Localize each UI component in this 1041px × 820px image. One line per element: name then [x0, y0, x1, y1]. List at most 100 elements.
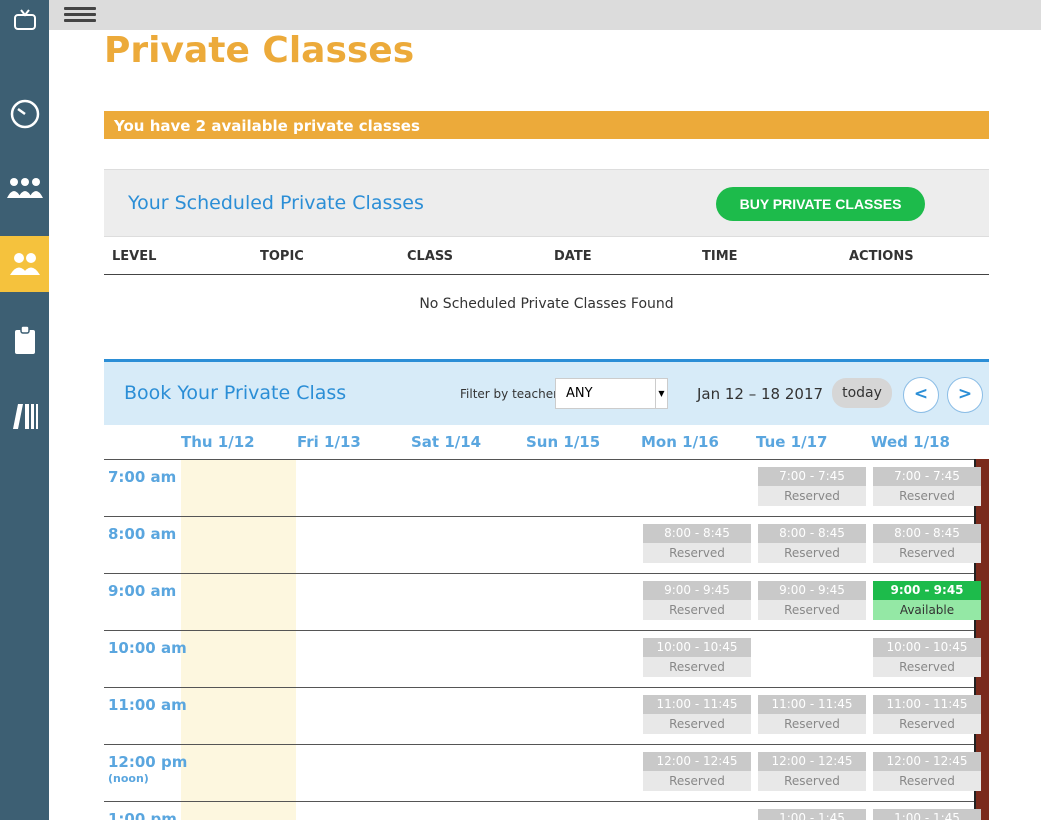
clipboard-icon	[14, 325, 35, 354]
slot-status: Available	[873, 600, 981, 620]
sidebar-item-library[interactable]	[0, 388, 49, 444]
teacher-filter-value: ANY	[566, 386, 593, 401]
slot-time: 9:00 - 9:45	[643, 581, 751, 600]
slot-time: 12:00 - 12:45	[643, 752, 751, 771]
slot-time: 12:00 - 12:45	[873, 752, 981, 771]
slot-time: 12:00 - 12:45	[758, 752, 866, 771]
slot-time: 8:00 - 8:45	[643, 524, 751, 543]
slot-status: Reserved	[758, 543, 866, 563]
prev-week-button[interactable]: <	[903, 377, 939, 413]
day-header-fri: Fri 1/13	[297, 433, 361, 451]
hour-label: 9:00 am	[108, 582, 177, 600]
hour-sublabel: (noon)	[108, 772, 149, 785]
sidebar-item-private-classes[interactable]	[0, 236, 49, 292]
slot-status: Reserved	[873, 543, 981, 563]
reserved-slot[interactable]: 12:00 - 12:45 Reserved	[643, 752, 751, 791]
scheduled-table-header: LEVEL TOPIC CLASS DATE TIME ACTIONS	[104, 238, 989, 275]
day-header-sun: Sun 1/15	[526, 433, 601, 451]
slot-time: 11:00 - 11:45	[758, 695, 866, 714]
hour-label: 10:00 am	[108, 639, 187, 657]
column-header-actions: ACTIONS	[849, 249, 914, 264]
hour-label: 11:00 am	[108, 696, 187, 714]
slot-status: Reserved	[873, 486, 981, 506]
group-icon	[6, 178, 43, 198]
column-header-time: TIME	[702, 249, 738, 264]
sidebar	[0, 0, 49, 820]
day-header-thu: Thu 1/12	[181, 433, 255, 451]
hour-label: 7:00 am	[108, 468, 177, 486]
empty-state-text: No Scheduled Private Classes Found	[419, 296, 674, 312]
reserved-slot[interactable]: 8:00 - 8:45 Reserved	[873, 524, 981, 563]
tv-icon	[13, 9, 36, 30]
slot-status: Reserved	[758, 600, 866, 620]
reserved-slot[interactable]: 7:00 - 7:45 Reserved	[758, 467, 866, 506]
sidebar-item-group-classes[interactable]	[0, 160, 49, 216]
reserved-slot[interactable]: 9:00 - 9:45 Reserved	[758, 581, 866, 620]
pair-icon	[9, 253, 40, 275]
scheduled-classes-title: Your Scheduled Private Classes	[128, 192, 424, 214]
reserved-slot[interactable]: 1:00 - 1:45Reserved	[873, 809, 981, 820]
slot-time: 1:00 - 1:45	[758, 809, 866, 820]
day-header-wed: Wed 1/18	[871, 433, 950, 451]
column-header-class: CLASS	[407, 249, 454, 264]
reserved-slot[interactable]: 10:00 - 10:45 Reserved	[643, 638, 751, 677]
slot-time: 8:00 - 8:45	[758, 524, 866, 543]
slot-status: Reserved	[643, 657, 751, 677]
day-header-mon: Mon 1/16	[641, 433, 719, 451]
hour-label: 12:00 pm	[108, 753, 188, 771]
reserved-slot[interactable]: 9:00 - 9:45 Reserved	[643, 581, 751, 620]
reserved-slot[interactable]: 11:00 - 11:45 Reserved	[758, 695, 866, 734]
scheduled-classes-header: Your Scheduled Private Classes BUY PRIVA…	[104, 169, 989, 237]
next-week-button[interactable]: >	[947, 377, 983, 413]
teacher-filter-select[interactable]: ANY ▼	[555, 378, 668, 409]
page-title: Private Classes	[104, 30, 415, 71]
slot-status: Reserved	[643, 714, 751, 734]
chevron-down-icon: ▼	[655, 379, 667, 408]
date-range: Jan 12 – 18 2017	[697, 385, 824, 403]
slot-status: Reserved	[758, 714, 866, 734]
slot-time: 1:00 - 1:45	[873, 809, 981, 820]
slot-time: 9:00 - 9:45	[758, 581, 866, 600]
slot-time: 8:00 - 8:45	[873, 524, 981, 543]
reserved-slot[interactable]: 11:00 - 11:45 Reserved	[873, 695, 981, 734]
slot-time: 10:00 - 10:45	[643, 638, 751, 657]
slot-time: 9:00 - 9:45	[873, 581, 981, 600]
sidebar-item-tv[interactable]	[0, 0, 49, 40]
reserved-slot[interactable]: 11:00 - 11:45 Reserved	[643, 695, 751, 734]
slot-time: 7:00 - 7:45	[758, 467, 866, 486]
clock-icon	[10, 99, 39, 129]
top-bar	[49, 0, 1041, 30]
slot-time: 11:00 - 11:45	[873, 695, 981, 714]
hour-row: 10:00 am	[104, 630, 974, 687]
reserved-slot[interactable]: 12:00 - 12:45 Reserved	[758, 752, 866, 791]
slot-status: Reserved	[873, 657, 981, 677]
slot-time: 7:00 - 7:45	[873, 467, 981, 486]
column-header-topic: TOPIC	[260, 249, 304, 264]
slot-status: Reserved	[758, 771, 866, 791]
day-header-sat: Sat 1/14	[411, 433, 482, 451]
available-classes-banner: You have 2 available private classes	[104, 111, 989, 139]
hour-label: 1:00 pm	[108, 810, 177, 820]
slot-status: Reserved	[873, 771, 981, 791]
reserved-slot[interactable]: 1:00 - 1:45Reserved	[758, 809, 866, 820]
slot-status: Reserved	[643, 543, 751, 563]
slot-status: Reserved	[643, 771, 751, 791]
reserved-slot[interactable]: 12:00 - 12:45 Reserved	[873, 752, 981, 791]
column-header-level: LEVEL	[112, 249, 157, 264]
slot-status: Reserved	[873, 714, 981, 734]
reserved-slot[interactable]: 8:00 - 8:45 Reserved	[643, 524, 751, 563]
sidebar-item-assignments[interactable]	[0, 312, 49, 368]
menu-icon[interactable]	[64, 4, 96, 26]
book-class-title: Book Your Private Class	[124, 382, 347, 404]
slot-status: Reserved	[758, 486, 866, 506]
slot-time: 10:00 - 10:45	[873, 638, 981, 657]
reserved-slot[interactable]: 7:00 - 7:45 Reserved	[873, 467, 981, 506]
reserved-slot[interactable]: 8:00 - 8:45 Reserved	[758, 524, 866, 563]
buy-private-classes-button[interactable]: BUY PRIVATE CLASSES	[716, 187, 925, 221]
sidebar-item-schedule[interactable]	[0, 86, 49, 142]
today-button[interactable]: today	[832, 378, 892, 408]
column-header-date: DATE	[554, 249, 592, 264]
available-slot[interactable]: 9:00 - 9:45 Available	[873, 581, 981, 620]
day-header-tue: Tue 1/17	[756, 433, 828, 451]
reserved-slot[interactable]: 10:00 - 10:45 Reserved	[873, 638, 981, 677]
